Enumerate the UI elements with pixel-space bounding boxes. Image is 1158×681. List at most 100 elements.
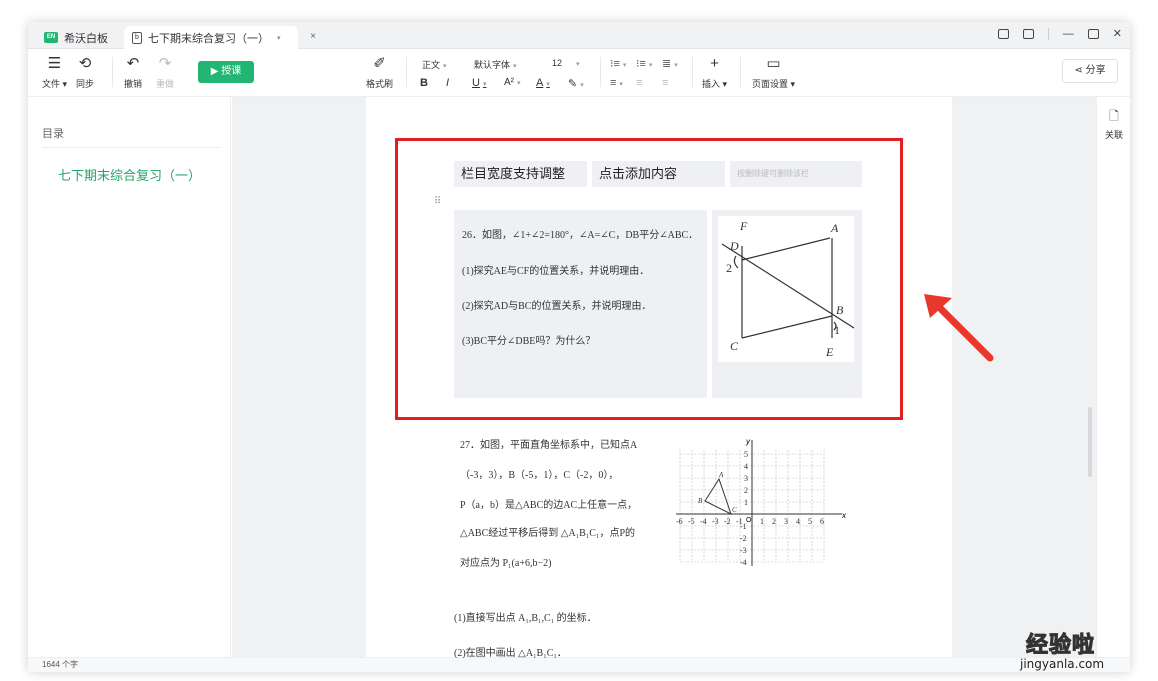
x-tick-label: -2 <box>724 517 731 526</box>
y-tick-label: 3 <box>744 474 748 483</box>
format-painter-button[interactable]: ✐ 格式刷 <box>366 55 393 90</box>
tab-close-icon[interactable]: × <box>310 31 316 42</box>
divider <box>692 57 693 87</box>
x-tick-label: 6 <box>820 517 824 526</box>
decrease-indent-button[interactable]: ≡ <box>636 77 642 89</box>
outline-title: 目录 <box>42 128 64 140</box>
underline-button[interactable]: U ▾ <box>472 77 486 89</box>
q27-line2: （-3，3），B（-5，1），C（-2，0）， <box>460 470 619 481</box>
redo-button[interactable]: ↷ 重做 <box>156 55 174 90</box>
close-window-icon[interactable]: ✕ <box>1113 27 1122 40</box>
style-value: 正文 <box>422 60 441 70</box>
minimize-icon[interactable]: — <box>1063 28 1074 40</box>
highlight-box <box>395 138 903 420</box>
insert-button[interactable]: + 插入 ▾ <box>702 55 727 90</box>
divider <box>112 57 113 87</box>
feedback-icon[interactable] <box>997 28 1009 39</box>
undo-label: 撤销 <box>124 79 143 89</box>
y-tick-label: -4 <box>740 558 747 567</box>
increase-indent-button[interactable]: ≡ <box>662 77 668 89</box>
x-tick-label: -4 <box>700 517 707 526</box>
tab-home[interactable]: EN 希沃白板 <box>36 26 122 49</box>
watermark-text: 经验啦 <box>1025 632 1096 658</box>
italic-button[interactable]: I <box>446 77 449 89</box>
restore-icon[interactable] <box>1087 28 1099 39</box>
right-panel: 🗋 关联 <box>1096 97 1130 657</box>
divider <box>42 147 220 148</box>
superscript-button[interactable]: A² ▾ <box>504 77 521 88</box>
share-button[interactable]: ⋖ 分享 <box>1062 59 1118 83</box>
page-setup-button[interactable]: ▭ 页面设置 ▾ <box>752 55 795 90</box>
related-button[interactable]: 🗋 关联 <box>1097 107 1130 141</box>
teach-button[interactable]: ▶ 授课 <box>198 61 254 83</box>
y-tick-label: -3 <box>740 546 747 555</box>
page-icon: ▭ <box>766 55 781 72</box>
y-tick-label: 5 <box>744 450 748 459</box>
q27-line3: P（a，b）是△ABC的边AC上任意一点， <box>460 500 638 511</box>
y-tick-label: -2 <box>740 534 747 543</box>
share-icon: ⋖ <box>1074 65 1083 76</box>
sync-label: 同步 <box>76 79 95 89</box>
tab-dropdown-icon[interactable]: ▾ <box>277 34 281 42</box>
superscript-label: A² <box>504 77 514 88</box>
font-value: 默认字体 <box>474 60 511 70</box>
format-painter-label: 格式刷 <box>366 79 394 89</box>
file-label: 文件 <box>42 79 61 89</box>
word-count: 1644 个字 <box>42 660 79 669</box>
y-tick-label: 4 <box>744 462 748 471</box>
redo-label: 重做 <box>156 79 175 89</box>
q27-part1: (1)直接写出点 A₁,B₁,C₁ 的坐标． <box>454 613 597 624</box>
style-select[interactable]: 正文 ▾ <box>422 58 447 71</box>
x-tick-label: -5 <box>688 517 695 526</box>
point-label-C: C <box>732 506 737 514</box>
q27-line1: 27．如图，平面直角坐标系中，已知点A <box>460 440 638 451</box>
align-button[interactable]: ≡ ▾ <box>610 77 623 89</box>
tab-document[interactable]: b 七下期末综合复习（一） ▾ × <box>124 26 316 49</box>
plus-icon: + <box>710 55 719 72</box>
x-tick-label: -6 <box>676 517 683 526</box>
underline-label: U <box>472 77 480 89</box>
menu-icon: ☰ <box>47 55 62 72</box>
x-tick-label: 1 <box>760 517 764 526</box>
watermark-url: jingyanla.com <box>1020 657 1105 671</box>
title-bar: EN 希沃白板 b 七下期末综合复习（一） ▾ × — ✕ <box>28 22 1130 49</box>
divider <box>600 57 601 87</box>
indent-button[interactable]: ≣ ▾ <box>662 57 678 70</box>
size-select[interactable]: 12 ▾ <box>552 58 580 68</box>
point-label-A: A <box>718 471 724 479</box>
divider <box>1047 27 1049 40</box>
scrollbar[interactable] <box>1088 407 1092 477</box>
y-tick-label: 2 <box>744 486 748 495</box>
divider <box>740 57 741 87</box>
origin-label: O <box>746 517 752 524</box>
redo-icon: ↷ <box>158 55 172 72</box>
tab-home-label: 希沃白板 <box>64 32 108 45</box>
related-label: 关联 <box>1104 130 1123 140</box>
font-select[interactable]: 默认字体 ▾ <box>474 58 517 71</box>
q27-part2: (2)在图中画出 △A₁B₁C₁． <box>454 648 567 659</box>
point-label-B: B <box>698 497 703 505</box>
ordered-list-button[interactable]: ⁝≡ ▾ <box>610 57 626 70</box>
bullet-list-button[interactable]: ⁝≡ ▾ <box>636 57 652 70</box>
share-label: 分享 <box>1085 65 1106 76</box>
app-logo-icon: EN <box>44 32 58 43</box>
y-tick-label: 1 <box>744 498 748 507</box>
document-icon: b <box>132 31 142 44</box>
x-tick-label: 2 <box>772 517 776 526</box>
undo-button[interactable]: ↶ 撤销 <box>124 55 142 90</box>
file-menu[interactable]: ☰ 文件 ▾ <box>42 55 67 90</box>
font-color-button[interactable]: A ▾ <box>536 77 550 89</box>
sync-button[interactable]: ⟲ 同步 <box>76 55 94 90</box>
outline-sidebar: 目录 七下期末综合复习（一） <box>28 97 231 657</box>
bold-button[interactable]: B <box>420 77 428 89</box>
outline-item[interactable]: 七下期末综合复习（一） <box>58 165 201 184</box>
sync-icon: ⟲ <box>78 55 92 72</box>
x-tick-label: 3 <box>784 517 788 526</box>
highlight-button[interactable]: ✎ ▾ <box>568 77 584 90</box>
link-doc-icon: 🗋 <box>1109 109 1119 123</box>
toolbar: ☰ 文件 ▾ ⟲ 同步 ↶ 撤销 ↷ 重做 ▶ 授课 ✐ 格式刷 正文 ▾ 默认字… <box>28 49 1130 97</box>
status-bar: 1644 个字 <box>28 657 1130 672</box>
mail-icon[interactable] <box>1022 28 1034 39</box>
pointer-arrow-icon <box>924 294 994 362</box>
q27-line5: 对应点为 P₁(a+6,b−2) <box>460 558 552 569</box>
